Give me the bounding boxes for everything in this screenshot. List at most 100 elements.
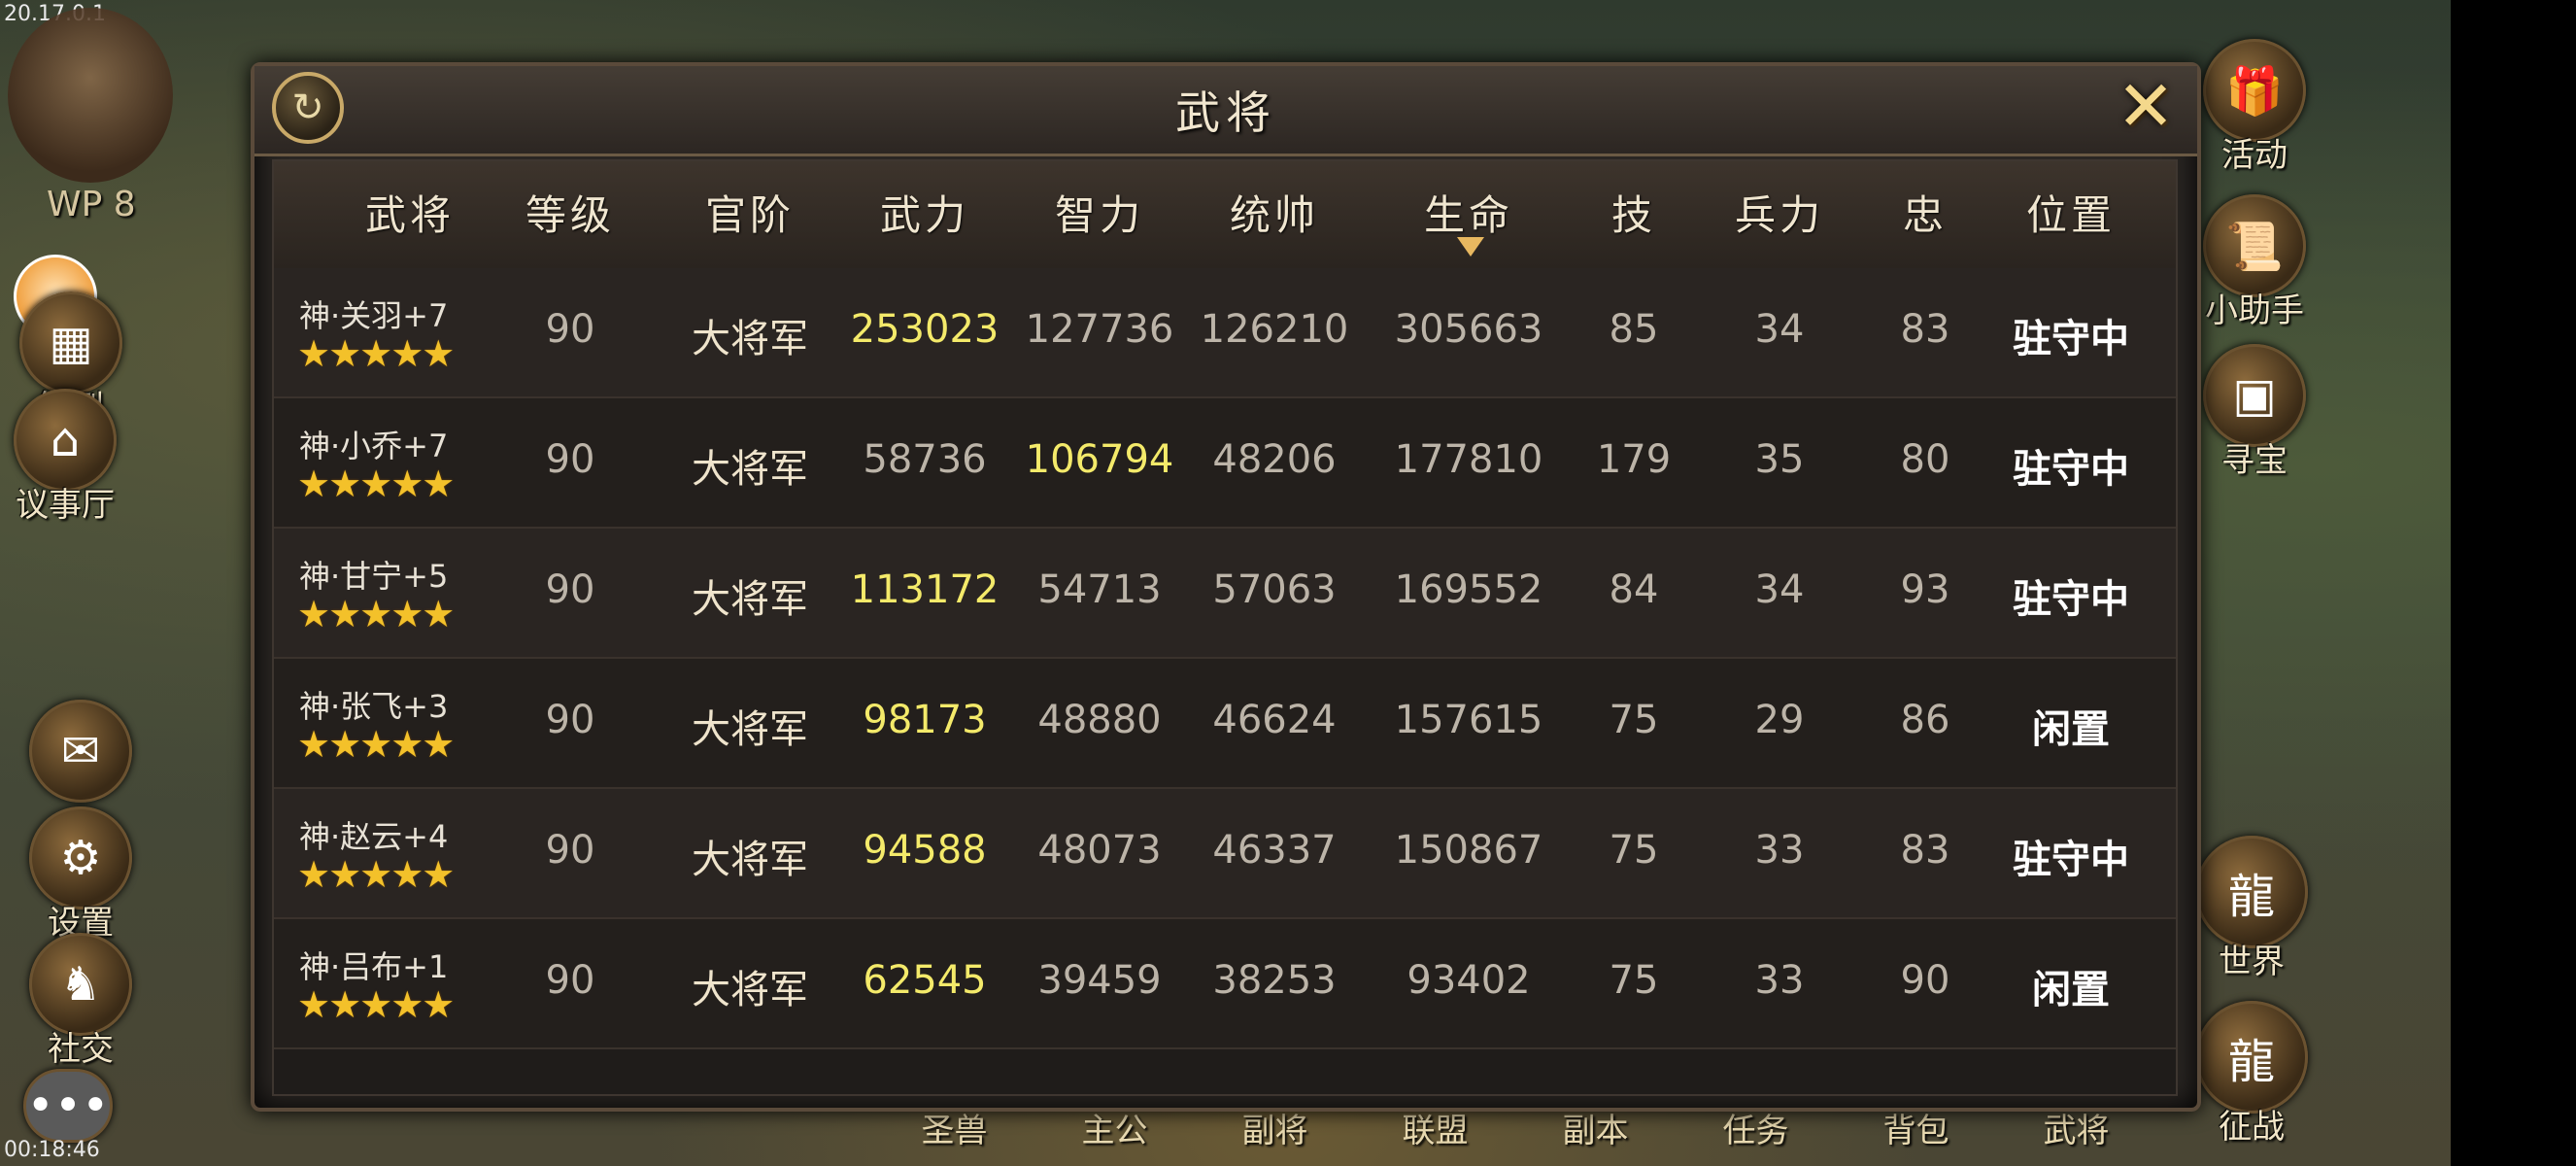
- cell-position: 驻守中: [2013, 447, 2129, 492]
- cell-position: 驻守中: [2013, 577, 2129, 622]
- gear-icon: ⚙: [29, 806, 132, 909]
- generals-table: 武将 等级 官阶 武力 智力 统帅 生命 技 兵力 忠 位置 神·关羽+7 ★★★…: [272, 159, 2178, 1096]
- cell-rank: 大将军: [692, 577, 808, 622]
- cell-command: 46624: [1212, 698, 1337, 742]
- col-header-force[interactable]: 武力: [837, 183, 1012, 242]
- mail-button[interactable]: ✉: [29, 700, 132, 803]
- cell-troops: 35: [1754, 437, 1805, 482]
- dragon-icon: 龍: [2195, 836, 2308, 948]
- cell-troops: 29: [1754, 698, 1805, 742]
- col-header-command[interactable]: 统帅: [1187, 183, 1362, 242]
- sidebar-item-hall[interactable]: ⌂ 议事厅: [14, 389, 117, 526]
- col-header-position[interactable]: 位置: [1983, 183, 2158, 242]
- col-header-skill[interactable]: 技: [1576, 183, 1692, 242]
- cell-troops: 33: [1754, 828, 1805, 873]
- cell-force: 253023: [850, 307, 1000, 352]
- cell-command: 48206: [1212, 437, 1337, 482]
- cell-loyalty: 93: [1900, 567, 1950, 612]
- cell-loyalty: 83: [1900, 828, 1950, 873]
- hall-icon: ⌂: [14, 389, 117, 492]
- dragon-icon: 龍: [2195, 1001, 2308, 1114]
- mail-icon: ✉: [29, 700, 132, 803]
- cell-intel: 127736: [1025, 307, 1174, 352]
- cell-hp: 177810: [1394, 437, 1543, 482]
- col-header-troops[interactable]: 兵力: [1692, 183, 1867, 242]
- sidebar-item-settings[interactable]: ⚙ 设置: [29, 806, 132, 943]
- col-header-hp[interactable]: 生命: [1372, 183, 1566, 242]
- cell-force: 62545: [863, 958, 987, 1003]
- social-icon: ♞: [29, 933, 132, 1036]
- table-body: 神·关羽+7 ★★★★★ 90 大将军 253023 127736 126210 305663…: [274, 268, 2176, 1094]
- col-header-intel[interactable]: 智力: [1012, 183, 1187, 242]
- cell-skill: 75: [1609, 828, 1659, 873]
- cell-rank: 大将军: [692, 838, 808, 882]
- cell-level: 90: [545, 698, 595, 742]
- general-name: 神·张飞+3: [299, 688, 449, 725]
- general-name: 神·关羽+7: [299, 297, 449, 334]
- calendar-icon: ▦: [19, 292, 122, 394]
- cell-intel: 106794: [1025, 437, 1174, 482]
- cell-level: 90: [545, 958, 595, 1003]
- chest-icon: ▣: [2203, 344, 2306, 447]
- table-row[interactable]: 神·张飞+3 ★★★★★ 90 大将军 98173 48880 46624 157615 75 2…: [274, 659, 2176, 789]
- sidebar-item-social[interactable]: ♞ 社交: [29, 933, 132, 1070]
- scroll-icon: 📜: [2203, 194, 2306, 297]
- cell-rank: 大将军: [692, 968, 808, 1012]
- cell-force: 113172: [850, 567, 1000, 612]
- cell-loyalty: 83: [1900, 307, 1950, 352]
- sort-desc-icon: [1457, 237, 1484, 257]
- cell-hp: 169552: [1394, 567, 1543, 612]
- sidebar-item-helper[interactable]: 📜 小助手: [2203, 194, 2306, 331]
- cell-hp: 93402: [1407, 958, 1531, 1003]
- star-rating: ★★★★★: [297, 983, 455, 1026]
- right-black-bar: [2451, 0, 2576, 1166]
- table-row[interactable]: 神·小乔+7 ★★★★★ 90 大将军 58736 106794 48206 177810 17…: [274, 398, 2176, 529]
- cell-intel: 39459: [1037, 958, 1162, 1003]
- table-row[interactable]: 神·吕布+1 ★★★★★ 90 大将军 62545 39459 38253 93402 75 33…: [274, 919, 2176, 1049]
- cell-level: 90: [545, 307, 595, 352]
- close-button[interactable]: ✕: [2110, 65, 2182, 147]
- cell-hp: 157615: [1394, 698, 1543, 742]
- cell-rank: 大将军: [692, 447, 808, 492]
- star-rating: ★★★★★: [297, 332, 455, 375]
- cell-command: 38253: [1212, 958, 1337, 1003]
- cell-intel: 54713: [1037, 567, 1162, 612]
- sidebar-item-events[interactable]: 🎁 活动: [2203, 39, 2306, 176]
- cell-skill: 179: [1596, 437, 1672, 482]
- cell-position: 驻守中: [2013, 317, 2129, 361]
- cell-skill: 75: [1609, 698, 1659, 742]
- star-rating: ★★★★★: [297, 593, 455, 635]
- col-header-loyalty[interactable]: 忠: [1867, 183, 1983, 242]
- sidebar-item-world[interactable]: 龍 世界: [2195, 836, 2308, 982]
- cell-position: 驻守中: [2013, 838, 2129, 882]
- table-row[interactable]: 神·关羽+7 ★★★★★ 90 大将军 253023 127736 126210 305663…: [274, 268, 2176, 398]
- cell-force: 98173: [863, 698, 987, 742]
- chat-icon: •••: [23, 1069, 113, 1143]
- star-rating: ★★★★★: [297, 853, 455, 896]
- sidebar-item-campaign[interactable]: 龍 征战: [2195, 1001, 2308, 1148]
- sidebar-item-treasure[interactable]: ▣ 寻宝: [2203, 344, 2306, 481]
- cell-troops: 34: [1754, 307, 1805, 352]
- gift-icon: 🎁: [2203, 39, 2306, 142]
- cell-hp: 305663: [1394, 307, 1543, 352]
- col-header-level[interactable]: 等级: [497, 183, 643, 242]
- table-header: 武将 等级 官阶 武力 智力 统帅 生命 技 兵力 忠 位置: [274, 161, 2176, 268]
- cell-force: 94588: [863, 828, 987, 873]
- table-row[interactable]: 神·赵云+4 ★★★★★ 90 大将军 94588 48073 46337 150867 75 3…: [274, 789, 2176, 919]
- cell-level: 90: [545, 437, 595, 482]
- cell-level: 90: [545, 828, 595, 873]
- cell-hp: 150867: [1394, 828, 1543, 873]
- cell-rank: 大将军: [692, 707, 808, 752]
- cell-loyalty: 86: [1900, 698, 1950, 742]
- clock-text: 00:18:46: [4, 1138, 100, 1162]
- chat-button[interactable]: •••: [23, 1069, 113, 1143]
- cell-troops: 33: [1754, 958, 1805, 1003]
- cell-command: 46337: [1212, 828, 1337, 873]
- cell-force: 58736: [863, 437, 987, 482]
- col-header-rank[interactable]: 官阶: [653, 183, 847, 242]
- player-avatar[interactable]: [8, 8, 173, 183]
- cell-loyalty: 80: [1900, 437, 1950, 482]
- table-row[interactable]: 神·甘宁+5 ★★★★★ 90 大将军 113172 54713 57063 169552 84…: [274, 529, 2176, 659]
- close-icon: ✕: [2116, 65, 2176, 147]
- col-header-general[interactable]: 武将: [313, 183, 507, 242]
